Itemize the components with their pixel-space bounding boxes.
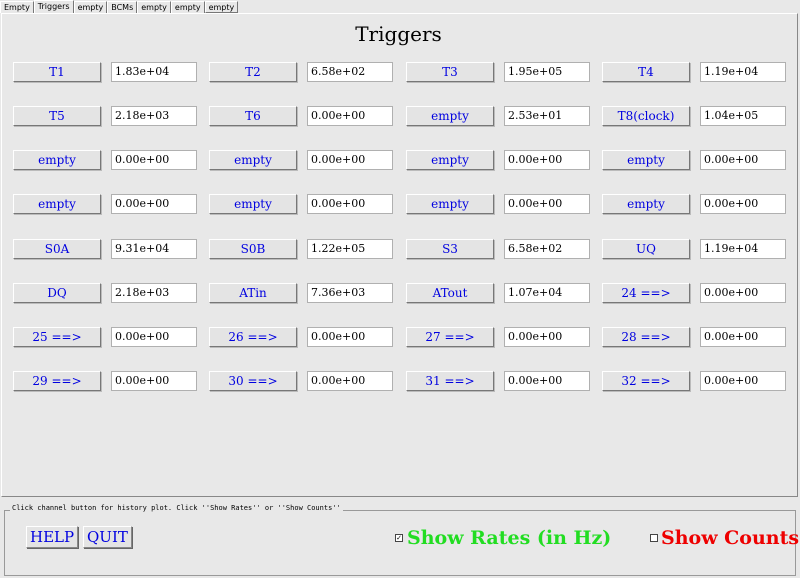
channel-button[interactable]: T8(clock) (602, 106, 690, 126)
channel-button[interactable]: empty (406, 194, 494, 214)
channel-value: 6.58e+02 (504, 239, 590, 259)
channel-value: 1.22e+05 (307, 239, 393, 259)
channel-value: 0.00e+00 (504, 194, 590, 214)
channel-value: 0.00e+00 (111, 194, 197, 214)
help-button[interactable]: HELP (26, 526, 79, 548)
channel-value: 0.00e+00 (700, 327, 786, 347)
channel-button[interactable]: S0B (209, 239, 297, 259)
channel-value: 0.00e+00 (307, 371, 393, 391)
page-title: Triggers (355, 22, 442, 46)
channel-value: 0.00e+00 (700, 150, 786, 170)
channel-value: 0.00e+00 (307, 327, 393, 347)
channel-button[interactable]: empty (602, 150, 690, 170)
tab-empty-2[interactable]: empty (73, 1, 108, 13)
channel-button[interactable]: 29 ==> (13, 371, 101, 391)
channel-button[interactable]: empty (13, 194, 101, 214)
channel-button[interactable]: T3 (406, 62, 494, 82)
hint-text: Click channel button for history plot. C… (10, 504, 343, 512)
channel-button[interactable]: S0A (13, 239, 101, 259)
channel-button[interactable]: 30 ==> (209, 371, 297, 391)
channel-value: 2.18e+03 (111, 283, 197, 303)
channel-value: 7.36e+03 (307, 283, 393, 303)
channel-button[interactable]: T5 (13, 106, 101, 126)
channel-row: DQ 2.18e+03 ATin 7.36e+03 ATout 1.07e+04 24 ==… (13, 283, 786, 303)
channel-value: 0.00e+00 (111, 327, 197, 347)
channel-value: 1.04e+05 (700, 106, 786, 126)
channel-value: 1.19e+04 (700, 62, 786, 82)
tab-triggers[interactable]: Triggers (33, 0, 74, 13)
channel-value: 0.00e+00 (504, 327, 590, 347)
channel-value: 0.00e+00 (700, 194, 786, 214)
channel-value: 1.83e+04 (111, 62, 197, 82)
channel-value: 2.53e+01 (504, 106, 590, 126)
tab-empty-5[interactable]: empty (204, 1, 239, 13)
channel-value: 0.00e+00 (504, 371, 590, 391)
tab-empty-3[interactable]: empty (137, 1, 171, 13)
channel-button[interactable]: ATout (406, 283, 494, 303)
channel-value: 0.00e+00 (700, 283, 786, 303)
show-counts-label[interactable]: Show Counts (661, 527, 799, 549)
channel-value: 0.00e+00 (307, 106, 393, 126)
channel-value: 0.00e+00 (111, 371, 197, 391)
channel-value: 9.31e+04 (111, 239, 197, 259)
channel-button[interactable]: T6 (209, 106, 297, 126)
channel-row: empty 0.00e+00 empty 0.00e+00 empty 0.00e+00 e… (13, 150, 786, 170)
channel-value: 0.00e+00 (700, 371, 786, 391)
tab-empty-4[interactable]: empty (170, 1, 205, 13)
channel-button[interactable]: T1 (13, 62, 101, 82)
show-counts-checkbox[interactable] (650, 534, 658, 542)
channel-button[interactable]: 27 ==> (406, 327, 494, 347)
show-rates-label[interactable]: Show Rates (in Hz) (407, 527, 611, 549)
tab-bcms[interactable]: BCMs (107, 1, 138, 13)
channel-button[interactable]: empty (13, 150, 101, 170)
channel-button[interactable]: T4 (602, 62, 690, 82)
channel-button[interactable]: empty (406, 150, 494, 170)
channel-row: T1 1.83e+04 T2 6.58e+02 T3 1.95e+05 T4 1.19e+04 (13, 62, 786, 82)
channel-button[interactable]: T2 (209, 62, 297, 82)
channel-button[interactable]: DQ (13, 283, 101, 303)
channel-value: 1.19e+04 (700, 239, 786, 259)
channel-value: 0.00e+00 (307, 150, 393, 170)
channel-button[interactable]: ATin (209, 283, 297, 303)
channel-row: T5 2.18e+03 T6 0.00e+00 empty 2.53e+01 T8(cloc… (13, 106, 786, 126)
channel-button[interactable]: empty (209, 194, 297, 214)
channel-value: 1.95e+05 (504, 62, 590, 82)
channel-row: 29 ==> 0.00e+00 30 ==> 0.00e+00 31 ==> 0.00e+… (13, 371, 786, 391)
channel-button[interactable]: 31 ==> (406, 371, 494, 391)
channel-button[interactable]: 26 ==> (209, 327, 297, 347)
channel-button[interactable]: empty (209, 150, 297, 170)
show-rates-checkbox[interactable]: ✓ (395, 534, 403, 542)
tab-bar: Empty Triggers empty BCMs empty empty em… (0, 0, 800, 13)
quit-button[interactable]: QUIT (83, 526, 132, 548)
channel-button[interactable]: 28 ==> (602, 327, 690, 347)
channel-row: S0A 9.31e+04 S0B 1.22e+05 S3 6.58e+02 UQ 1.19e+… (13, 239, 786, 259)
channel-button[interactable]: S3 (406, 239, 494, 259)
channel-value: 1.07e+04 (504, 283, 590, 303)
channel-button[interactable]: empty (406, 106, 494, 126)
channel-value: 0.00e+00 (504, 150, 590, 170)
channel-value: 6.58e+02 (307, 62, 393, 82)
channel-button[interactable]: 24 ==> (602, 283, 690, 303)
channel-button[interactable]: UQ (602, 239, 690, 259)
channel-button[interactable]: 32 ==> (602, 371, 690, 391)
channel-value: 2.18e+03 (111, 106, 197, 126)
channel-value: 0.00e+00 (307, 194, 393, 214)
channel-button[interactable]: empty (602, 194, 690, 214)
channel-row: empty 0.00e+00 empty 0.00e+00 empty 0.00e+00 e… (13, 194, 786, 214)
tab-empty-1[interactable]: Empty (0, 1, 34, 13)
channel-button[interactable]: 25 ==> (13, 327, 101, 347)
channel-value: 0.00e+00 (111, 150, 197, 170)
channel-row: 25 ==> 0.00e+00 26 ==> 0.00e+00 27 ==> 0.00e+… (13, 327, 786, 347)
